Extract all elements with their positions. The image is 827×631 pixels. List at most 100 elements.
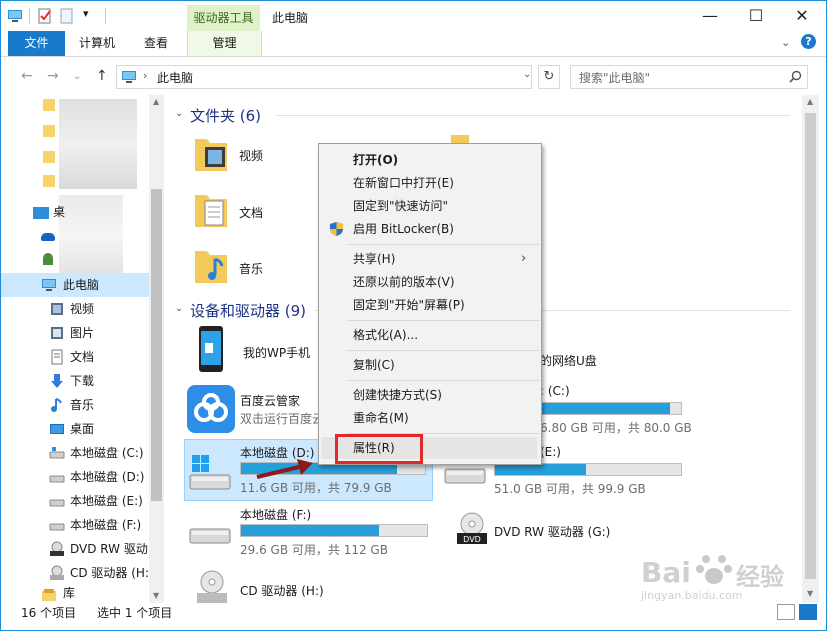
scroll-down-icon[interactable]: ▼ [807,589,813,598]
scroll-down-icon[interactable]: ▼ [153,591,159,600]
device-name[interactable]: 我的WP手机 [243,344,310,361]
address-bar[interactable]: › 此电脑 ⌄ [116,65,532,89]
maximize-button[interactable]: ☐ [733,1,779,31]
search-placeholder: 搜索"此电脑" [579,71,651,85]
device-subtitle: 双击运行百度云 [240,412,319,426]
folder-name[interactable]: 音乐 [239,260,263,277]
tab-manage[interactable]: 管理 [187,31,262,56]
device-name[interactable]: CD 驱动器 (H:) [240,582,324,599]
explorer-window: ▾ 驱动器工具 此电脑 — ☐ ✕ 文件 计算机 查看 管理 ⌄ ? ← → ⌄… [0,0,827,631]
drive-icon[interactable] [188,519,232,549]
tab-computer[interactable]: 计算机 [69,31,125,56]
menu-item-bitlocker[interactable]: 启用 BitLocker(B) [319,218,541,240]
menu-item-pin-quick-access[interactable]: 固定到"快速访问" [319,195,541,217]
folder-name[interactable]: 视频 [239,147,263,164]
nav-partial-label[interactable]: 桌 [53,203,65,220]
up-icon[interactable]: ↑ [96,68,108,84]
folders-section-header[interactable]: 文件夹 (6) [190,105,261,126]
menu-item-rename[interactable]: 重命名(M) [319,407,541,429]
tab-file[interactable]: 文件 [8,31,65,56]
device-name[interactable]: DVD RW 驱动器 (G:) [494,523,610,540]
properties-icon[interactable] [37,8,53,24]
breadcrumb-chevron-icon[interactable]: › [143,69,147,82]
nav-item-drive-f[interactable]: 本地磁盘 (F:) [1,513,149,537]
drive-d-free-space: 11.6 GB 可用，共 79.9 GB [240,481,392,495]
menu-separator [347,244,539,245]
scroll-up-icon[interactable]: ▲ [153,97,159,106]
content-scrollbar[interactable]: ▲ ▼ [802,95,819,603]
qat-dropdown-icon[interactable]: ▾ [83,7,89,20]
nav-item-drive-d[interactable]: 本地磁盘 (D:) [1,465,149,489]
scroll-up-icon[interactable]: ▲ [807,97,813,106]
refresh-icon[interactable]: ↻ [538,65,560,89]
drive-name-partial[interactable]: (E:) [540,445,561,459]
close-button[interactable]: ✕ [779,1,825,31]
nav-item-downloads[interactable]: 下载 [1,369,149,393]
menu-item-create-shortcut[interactable]: 创建快捷方式(S) [319,384,541,406]
devices-section-header[interactable]: 设备和驱动器 (9) [190,300,306,321]
nav-item-videos[interactable]: 视频 [1,297,149,321]
blurred-region [59,99,137,189]
menu-item-format[interactable]: 格式化(A)... [319,324,541,346]
window-title: 此电脑 [272,11,309,25]
tab-view[interactable]: 查看 [131,31,181,56]
address-dropdown-icon[interactable]: ⌄ [523,69,531,80]
device-name-partial[interactable]: 的网络U盘 [540,352,597,369]
search-input[interactable]: 搜索"此电脑" [570,65,808,89]
breadcrumb[interactable]: 此电脑 [157,69,193,86]
minimize-button[interactable]: — [687,1,733,31]
large-icons-view-icon[interactable] [799,604,817,620]
computer-icon [8,10,22,22]
forward-icon[interactable]: → [47,68,59,84]
navigation-pane: 桌 此电脑 视频 图片 文档 下载 音乐 桌面 本地磁盘 (C:) 本地磁盘 (… [1,95,164,603]
nav-item-drive-e[interactable]: 本地磁盘 (E:) [1,489,149,513]
expand-ribbon-icon[interactable]: ⌄ [781,36,790,49]
title-bar: ▾ 驱动器工具 此电脑 — ☐ ✕ [1,1,826,31]
collapse-chevron-icon[interactable]: ⌄ [175,108,183,119]
drive-tools-tab-group: 驱动器工具 [187,5,260,31]
nav-item-music[interactable]: 音乐 [1,393,149,417]
folder-name[interactable]: 文档 [239,204,263,221]
new-folder-icon[interactable] [59,8,75,24]
nav-item-libraries[interactable]: 库 [1,585,149,603]
section-divider [275,115,790,116]
nav-item-documents[interactable]: 文档 [1,345,149,369]
nav-item-pictures[interactable]: 图片 [1,321,149,345]
nav-item-this-pc[interactable]: 此电脑 [1,273,149,297]
menu-item-pin-start[interactable]: 固定到"开始"屏幕(P) [319,294,541,316]
watermark-url: jingyan.baidu.com [641,589,743,602]
recent-locations-icon[interactable]: ⌄ [73,71,81,82]
menu-item-share[interactable]: 共享(H) › [319,248,541,270]
nav-item-drive-c[interactable]: 本地磁盘 (C:) [1,441,149,465]
qat-divider [105,8,106,24]
menu-item-copy[interactable]: 复制(C) [319,354,541,376]
cd-icon[interactable] [195,569,229,603]
menu-item-label: 启用 BitLocker(B) [353,222,454,236]
nav-scrollbar-thumb[interactable] [151,189,162,501]
drive-c-free-space: 6.80 GB 可用，共 80.0 GB [540,421,692,435]
device-name[interactable]: 本地磁盘 (F:) [240,506,311,523]
collapse-chevron-icon[interactable]: ⌄ [175,303,183,314]
content-scrollbar-thumb[interactable] [805,113,816,579]
menu-separator [347,380,539,381]
video-folder-icon[interactable] [193,135,229,173]
baidu-cloud-icon[interactable] [187,385,235,433]
nav-scrollbar[interactable]: ▲ ▼ [149,95,164,603]
documents-folder-icon[interactable] [193,191,229,231]
details-view-icon[interactable] [777,604,795,620]
dvd-icon[interactable]: DVD [455,511,489,545]
back-icon[interactable]: ← [21,68,33,84]
menu-item-restore-versions[interactable]: 还原以前的版本(V) [319,271,541,293]
dvd-icon [50,541,64,556]
phone-icon[interactable] [197,325,225,373]
submenu-arrow-icon: › [521,251,527,266]
music-folder-icon[interactable] [193,247,229,287]
menu-item-open-new-window[interactable]: 在新窗口中打开(E) [319,172,541,194]
help-icon[interactable]: ? [801,34,816,49]
menu-item-open[interactable]: 打开(O) [319,149,541,171]
nav-item-cd-drive[interactable]: CD 驱动器 (H: [1,561,149,585]
drive-name-partial[interactable]: : (C:) [540,384,570,398]
nav-item-desktop[interactable]: 桌面 [1,417,149,441]
nav-item-dvd-drive[interactable]: DVD RW 驱动 [1,537,149,561]
device-name[interactable]: 百度云管家 [240,392,300,409]
